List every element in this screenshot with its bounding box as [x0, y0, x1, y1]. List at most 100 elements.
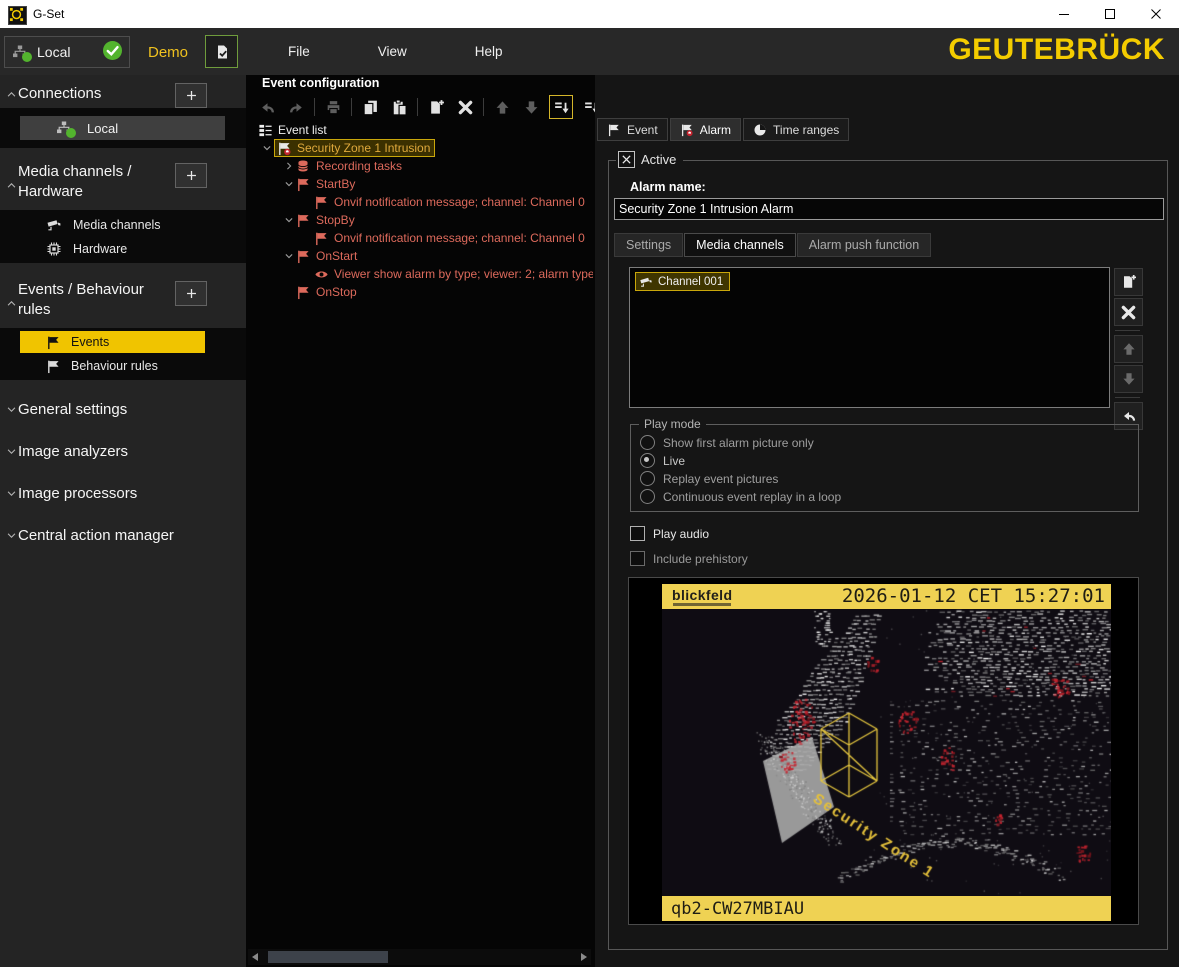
event-toolbar	[256, 95, 602, 119]
radio-continuous[interactable]: Continuous event replay in a loop	[640, 489, 841, 504]
tree-label: Onvif notification message; channel: Cha…	[334, 231, 585, 245]
sidebar-item-events[interactable]: Events	[20, 331, 205, 353]
expand-icon[interactable]	[6, 530, 17, 541]
radio-live[interactable]: Live	[640, 453, 685, 468]
radio-icon[interactable]	[640, 471, 655, 486]
minimize-icon	[1058, 8, 1070, 20]
active-checkbox[interactable]	[618, 151, 635, 168]
tree-row-onstop[interactable]: OnStop	[246, 283, 593, 301]
move-down-button[interactable]	[520, 96, 542, 118]
scrollbar-thumb[interactable]	[268, 951, 388, 963]
section-general-settings[interactable]: General settings	[18, 400, 238, 420]
section-media-hardware[interactable]: Media channels / Hardware	[18, 162, 168, 202]
tab-time-ranges[interactable]: Time ranges	[743, 118, 849, 141]
chevron-down-icon[interactable]	[282, 179, 296, 189]
include-prehistory-checkbox[interactable]	[630, 551, 645, 566]
undo-button[interactable]	[256, 96, 278, 118]
play-audio-row[interactable]: Play audio	[630, 526, 709, 541]
paste-button[interactable]	[388, 96, 410, 118]
connection-name: Local	[37, 44, 70, 60]
chevron-down-icon[interactable]	[260, 143, 274, 153]
media-channels-label: Media channels	[73, 218, 161, 232]
connections-list: Local	[0, 108, 246, 148]
radio-icon[interactable]	[640, 489, 655, 504]
sidebar-item-hardware[interactable]: Hardware	[0, 237, 246, 261]
include-prehistory-row[interactable]: Include prehistory	[630, 551, 748, 566]
brand-logo: GEUTEBRÜCK	[948, 33, 1165, 67]
play-audio-checkbox[interactable]	[630, 526, 645, 541]
scroll-right-arrow[interactable]	[577, 949, 591, 965]
alarm-preview: blickfeld 2026-01-12 CET 15:27:01 qb2-CW…	[628, 577, 1139, 925]
radio-replay[interactable]: Replay event pictures	[640, 471, 778, 486]
sort-mode-button[interactable]	[549, 95, 573, 119]
close-button[interactable]	[1133, 0, 1179, 28]
expand-icon[interactable]	[6, 446, 17, 457]
channel-up-button[interactable]	[1114, 335, 1143, 363]
horizontal-scrollbar[interactable]	[248, 949, 591, 965]
radio-show-first[interactable]: Show first alarm picture only	[640, 435, 814, 450]
subtab-media-channels[interactable]: Media channels	[684, 233, 796, 257]
tree-row-security-zone[interactable]: Security Zone 1 Intrusion	[246, 139, 593, 157]
collapse-icon[interactable]	[6, 89, 17, 100]
section-central-action-manager[interactable]: Central action manager	[18, 526, 238, 546]
chip-icon	[46, 241, 62, 257]
tab-event[interactable]: Event	[597, 118, 668, 141]
camera-icon	[46, 217, 62, 233]
tree-row-onvif-start[interactable]: Onvif notification message; channel: Cha…	[246, 193, 593, 211]
undo-icon	[1121, 408, 1137, 424]
media-channel-list[interactable]: Channel 001	[629, 267, 1110, 408]
maximize-button[interactable]	[1087, 0, 1133, 28]
toolbar-separator	[483, 98, 484, 116]
sidebar-item-media-channels[interactable]: Media channels	[0, 213, 246, 237]
add-event-node-button[interactable]	[425, 96, 447, 118]
sidebar-item-behaviour-rules[interactable]: Behaviour rules	[20, 355, 205, 377]
delete-button[interactable]	[454, 96, 476, 118]
channel-item[interactable]: Channel 001	[635, 272, 730, 291]
tree-label: Recording tasks	[316, 159, 402, 173]
osd-bottom-bar: qb2-CW27MBIAU	[662, 896, 1111, 921]
tree-row-onvif-stop[interactable]: Onvif notification message; channel: Cha…	[246, 229, 593, 247]
collapse-icon[interactable]	[6, 298, 17, 309]
subtab-alarm-push[interactable]: Alarm push function	[797, 233, 931, 257]
menu-file[interactable]: File	[280, 40, 318, 63]
expand-icon[interactable]	[6, 404, 17, 415]
section-image-processors[interactable]: Image processors	[18, 484, 238, 504]
channel-down-button[interactable]	[1114, 365, 1143, 393]
tree-row-viewer-action[interactable]: Viewer show alarm by type; viewer: 2; al…	[246, 265, 593, 283]
minimize-button[interactable]	[1041, 0, 1087, 28]
chevron-down-icon[interactable]	[282, 215, 296, 225]
tree-row-startby[interactable]: StartBy	[246, 175, 593, 193]
section-connections[interactable]: Connections	[18, 84, 168, 104]
apply-config-button[interactable]	[205, 35, 238, 68]
remove-channel-button[interactable]	[1114, 298, 1143, 326]
section-image-analyzers[interactable]: Image analyzers	[18, 442, 238, 462]
radio-icon[interactable]	[640, 453, 655, 468]
redo-button[interactable]	[285, 96, 307, 118]
print-button[interactable]	[322, 96, 344, 118]
copy-button[interactable]	[359, 96, 381, 118]
tab-alarm[interactable]: Alarm	[670, 118, 741, 141]
menu-help[interactable]: Help	[467, 40, 511, 63]
add-channel-button[interactable]	[1114, 268, 1143, 296]
chevron-down-icon[interactable]	[282, 251, 296, 261]
alarm-name-input[interactable]	[614, 198, 1164, 220]
tree-label: OnStart	[316, 249, 357, 263]
section-events-rules[interactable]: Events / Behaviour rules	[18, 280, 168, 320]
move-up-button[interactable]	[491, 96, 513, 118]
tree-row-stopby[interactable]: StopBy	[246, 211, 593, 229]
scroll-left-arrow[interactable]	[248, 949, 262, 965]
expand-icon[interactable]	[6, 488, 17, 499]
sidebar-item-local[interactable]: Local	[20, 116, 225, 140]
add-event-button[interactable]	[175, 281, 207, 306]
radio-icon[interactable]	[640, 435, 655, 450]
tree-row-recording-tasks[interactable]: Recording tasks	[246, 157, 593, 175]
menu-view[interactable]: View	[370, 40, 415, 63]
collapse-icon[interactable]	[6, 180, 17, 191]
tree-row-event-list[interactable]: Event list	[246, 121, 593, 139]
selected-tree-node[interactable]: Security Zone 1 Intrusion	[274, 139, 435, 157]
chevron-right-icon[interactable]	[282, 161, 296, 171]
add-media-button[interactable]	[175, 163, 207, 188]
subtab-settings[interactable]: Settings	[614, 233, 683, 257]
tree-row-onstart[interactable]: OnStart	[246, 247, 593, 265]
add-connection-button[interactable]	[175, 83, 207, 108]
